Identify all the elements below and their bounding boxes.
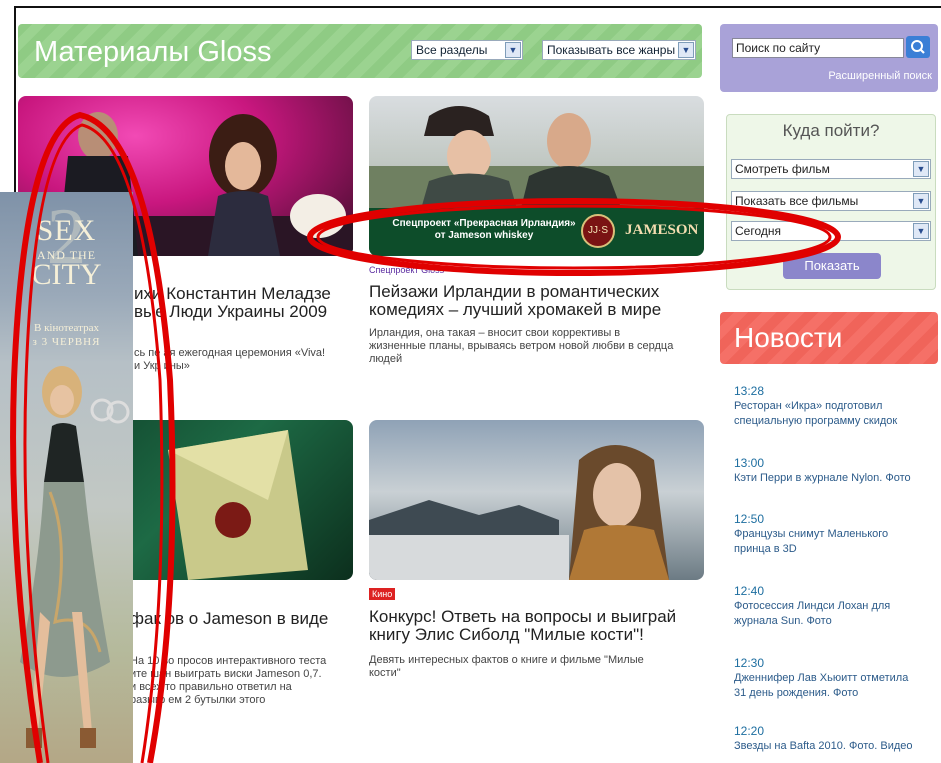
activity-select-value: Смотреть фильм xyxy=(735,162,830,176)
news-time: 12:50 xyxy=(734,512,765,526)
article-title-4[interactable]: Конкурс! Ответь на вопросы и выиграй кни… xyxy=(369,608,704,644)
news-item[interactable]: 13:28 Ресторан «Икра» подготовил специал… xyxy=(734,384,938,429)
lovely-bones-photo xyxy=(369,445,669,580)
news-time: 13:00 xyxy=(734,456,765,470)
date-select[interactable]: Сегодня ▼ xyxy=(731,221,931,241)
article-title-1[interactable]: ихи Константин Меладзе вые Люди Украины … xyxy=(134,285,354,321)
news-title: Новости xyxy=(734,322,843,353)
materials-title: Материалы Gloss xyxy=(34,36,272,68)
ireland-photo xyxy=(369,106,704,216)
search-input[interactable] xyxy=(732,38,904,58)
where-to-go-panel: Куда пойти? Смотреть фильм ▼ Показать вс… xyxy=(726,114,936,290)
chevron-down-icon: ▼ xyxy=(505,42,521,58)
news-item[interactable]: 12:50 Французы снимут Маленького принца … xyxy=(734,512,938,557)
genre-select[interactable]: Показывать все жанры ▼ xyxy=(542,40,696,60)
news-item[interactable]: 12:20 Звезды на Bafta 2010. Фото. Видео xyxy=(734,724,938,754)
article-tag-4[interactable]: Кино xyxy=(369,588,396,600)
article-text-3: На 10 во просов интерактивного теста ите… xyxy=(130,655,327,706)
jameson-logo-icon: JJ·S xyxy=(581,214,615,248)
films-select[interactable]: Показать все фильмы ▼ xyxy=(731,191,931,211)
news-header: Новости xyxy=(720,312,938,364)
article-text-4: Девять интересных фактов о книге и фильм… xyxy=(369,654,644,679)
genre-select-value: Показывать все жанры xyxy=(547,43,676,57)
news-headline[interactable]: Кэти Перри в журнале Nylon. Фото xyxy=(734,471,938,486)
news-headline[interactable]: Французы снимут Маленького принца в 3D xyxy=(734,527,938,557)
chevron-down-icon: ▼ xyxy=(678,42,694,58)
search-button[interactable] xyxy=(906,36,930,58)
news-item[interactable]: 12:30 Дженнифер Лав Хьюитт отметила 31 д… xyxy=(734,656,938,701)
banner-sub2: з 3 ЧЕРВНЯ xyxy=(32,336,101,348)
jameson-brand: JAMESON xyxy=(625,222,699,238)
where-to-go-title: Куда пойти? xyxy=(782,121,880,140)
banner-sub1: В кінотеатрах xyxy=(34,322,99,334)
news-headline[interactable]: Звезды на Bafta 2010. Фото. Видео xyxy=(734,739,938,754)
article-title-3[interactable]: фак ов о Jameson в виде xyxy=(130,610,355,628)
article-image-lovely-bones[interactable] xyxy=(369,420,704,580)
news-headline[interactable]: Ресторан «Икра» подготовил специальную п… xyxy=(734,399,938,429)
activity-select[interactable]: Смотреть фильм ▼ xyxy=(731,159,931,179)
news-time: 12:40 xyxy=(734,584,765,598)
article-text-1: сь пе ая ежегодная церемония «Viva! и Ук… xyxy=(134,347,326,372)
jameson-banner-text: Спецпроект «Прекрасная Ирландия» от Jame… xyxy=(392,218,576,241)
search-icon xyxy=(911,40,925,54)
chevron-down-icon: ▼ xyxy=(913,223,929,239)
films-select-value: Показать все фильмы xyxy=(735,194,859,208)
materials-header: Материалы Gloss Все разделы ▼ Показывать… xyxy=(18,24,702,78)
date-select-value: Сегодня xyxy=(735,224,781,238)
news-time: 13:28 xyxy=(734,384,765,398)
actress-figure xyxy=(20,366,130,748)
news-time: 12:20 xyxy=(734,724,765,738)
news-headline[interactable]: Фотосессия Линдси Лохан для журнала Sun.… xyxy=(734,599,938,629)
jameson-banner[interactable]: Спецпроект «Прекрасная Ирландия» от Jame… xyxy=(369,208,704,256)
news-item[interactable]: 13:00 Кэти Перри в журнале Nylon. Фото xyxy=(734,456,938,486)
banner-number: 2 xyxy=(46,193,87,281)
section-select[interactable]: Все разделы ▼ xyxy=(411,40,523,60)
search-panel: Расширенный поиск xyxy=(720,24,938,92)
advanced-search-link[interactable]: Расширенный поиск xyxy=(828,70,932,82)
show-button[interactable]: Показать xyxy=(783,253,881,279)
article-image-ireland[interactable]: Спецпроект «Прекрасная Ирландия» от Jame… xyxy=(369,96,704,256)
article-title-2[interactable]: Пейзажи Ирландии в романтических комедия… xyxy=(369,283,704,319)
article-text-2: Ирландия, она такая – вносит свои коррек… xyxy=(369,327,674,365)
chevron-down-icon: ▼ xyxy=(913,161,929,177)
section-select-value: Все разделы xyxy=(416,43,488,57)
chevron-down-icon: ▼ xyxy=(913,193,929,209)
news-headline[interactable]: Дженнифер Лав Хьюитт отметила 31 день ро… xyxy=(734,671,938,701)
article-tag-2[interactable]: Спецпроект Gloss xyxy=(369,265,444,275)
news-time: 12:30 xyxy=(734,656,765,670)
news-item[interactable]: 12:40 Фотосессия Линдси Лохан для журнал… xyxy=(734,584,938,629)
sex-and-the-city-banner[interactable]: SEX AND THE CITY 2 В кінотеатрах з 3 ЧЕР… xyxy=(0,192,133,763)
